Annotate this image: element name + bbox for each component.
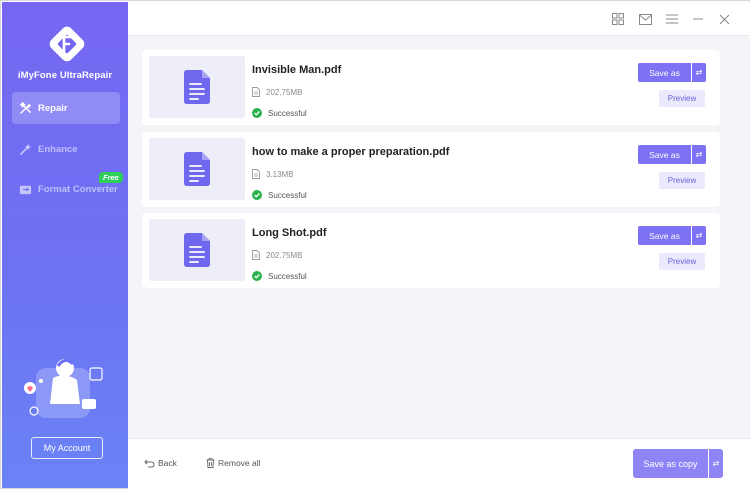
sidebar-item-enhance[interactable]: Enhance [12, 133, 120, 165]
success-check-icon [252, 190, 262, 200]
document-icon [184, 70, 210, 104]
file-status-text: Successful [268, 190, 307, 200]
file-status: Successful [252, 190, 307, 200]
file-status-text: Successful [268, 108, 307, 118]
close-icon[interactable] [717, 12, 731, 26]
file-name: how to make a proper preparation.pdf [252, 146, 450, 158]
free-badge: Free [99, 172, 123, 183]
file-size: 202.75MB [252, 87, 302, 97]
sidebar: iMyFone UltraRepair Repair Enhance Forma… [2, 2, 128, 488]
back-arrow-icon [144, 459, 155, 468]
file-list: Invisible Man.pdf 202.75MB Successful Sa… [128, 36, 750, 438]
grid-icon[interactable] [611, 12, 625, 26]
success-check-icon [252, 271, 262, 281]
menu-icon[interactable] [665, 12, 679, 26]
sidebar-item-repair[interactable]: Repair [12, 92, 120, 124]
enhance-wand-icon [18, 142, 32, 156]
app-window: iMyFone UltraRepair Repair Enhance Forma… [0, 0, 750, 489]
minimize-icon[interactable] [691, 12, 705, 26]
sidebar-item-label: Repair [38, 102, 68, 114]
swap-icon[interactable]: ⇄ [692, 63, 706, 82]
success-check-icon [252, 108, 262, 118]
document-icon [184, 152, 210, 186]
file-size: 3.13MB [252, 169, 294, 179]
file-card: Invisible Man.pdf 202.75MB Successful Sa… [142, 50, 720, 125]
preview-button[interactable]: Preview [659, 172, 705, 189]
file-size-icon [252, 87, 260, 97]
bottom-action-bar: Back Remove all Save as copy ⇄ [128, 438, 750, 489]
save-as-copy-button[interactable]: Save as copy [633, 449, 708, 478]
save-as-button[interactable]: Save as [638, 145, 691, 164]
swap-icon[interactable]: ⇄ [692, 145, 706, 164]
trash-icon [206, 458, 215, 468]
file-size-value: 3.13MB [266, 169, 294, 179]
sidebar-item-label: Format Converter [38, 183, 118, 195]
file-status: Successful [252, 271, 307, 281]
file-size-icon [252, 250, 260, 260]
file-thumbnail [149, 219, 245, 281]
file-size-value: 202.75MB [266, 87, 303, 97]
format-converter-icon [18, 182, 32, 196]
remove-all-button[interactable]: Remove all [206, 458, 261, 468]
file-name: Long Shot.pdf [252, 227, 327, 239]
save-as-button[interactable]: Save as [638, 226, 691, 245]
remove-all-label: Remove all [218, 458, 261, 468]
preview-button[interactable]: Preview [659, 253, 705, 270]
back-label: Back [158, 458, 177, 468]
app-logo-icon [49, 26, 85, 62]
title-bar [128, 2, 750, 36]
file-size-icon [252, 169, 260, 179]
file-card: how to make a proper preparation.pdf 3.1… [142, 132, 720, 207]
file-name: Invisible Man.pdf [252, 64, 342, 76]
back-button[interactable]: Back [144, 458, 177, 468]
my-account-button[interactable]: My Account [31, 437, 103, 459]
swap-icon[interactable]: ⇄ [692, 226, 706, 245]
swap-icon[interactable]: ⇄ [709, 449, 723, 478]
file-status-text: Successful [268, 271, 307, 281]
file-size: 202.75MB [252, 250, 302, 260]
mail-icon[interactable] [638, 12, 652, 26]
file-thumbnail [149, 138, 245, 200]
preview-button[interactable]: Preview [659, 90, 705, 107]
brand-name: iMyFone UltraRepair [17, 70, 113, 81]
document-icon [184, 233, 210, 267]
person-illustration-icon [24, 359, 103, 418]
file-size-value: 202.75MB [266, 250, 303, 260]
sidebar-item-label: Enhance [38, 143, 78, 155]
repair-tools-icon [18, 101, 32, 115]
file-card: Long Shot.pdf 202.75MB Successful Save a… [142, 213, 720, 288]
file-thumbnail [149, 56, 245, 118]
save-as-button[interactable]: Save as [638, 63, 691, 82]
file-status: Successful [252, 108, 307, 118]
